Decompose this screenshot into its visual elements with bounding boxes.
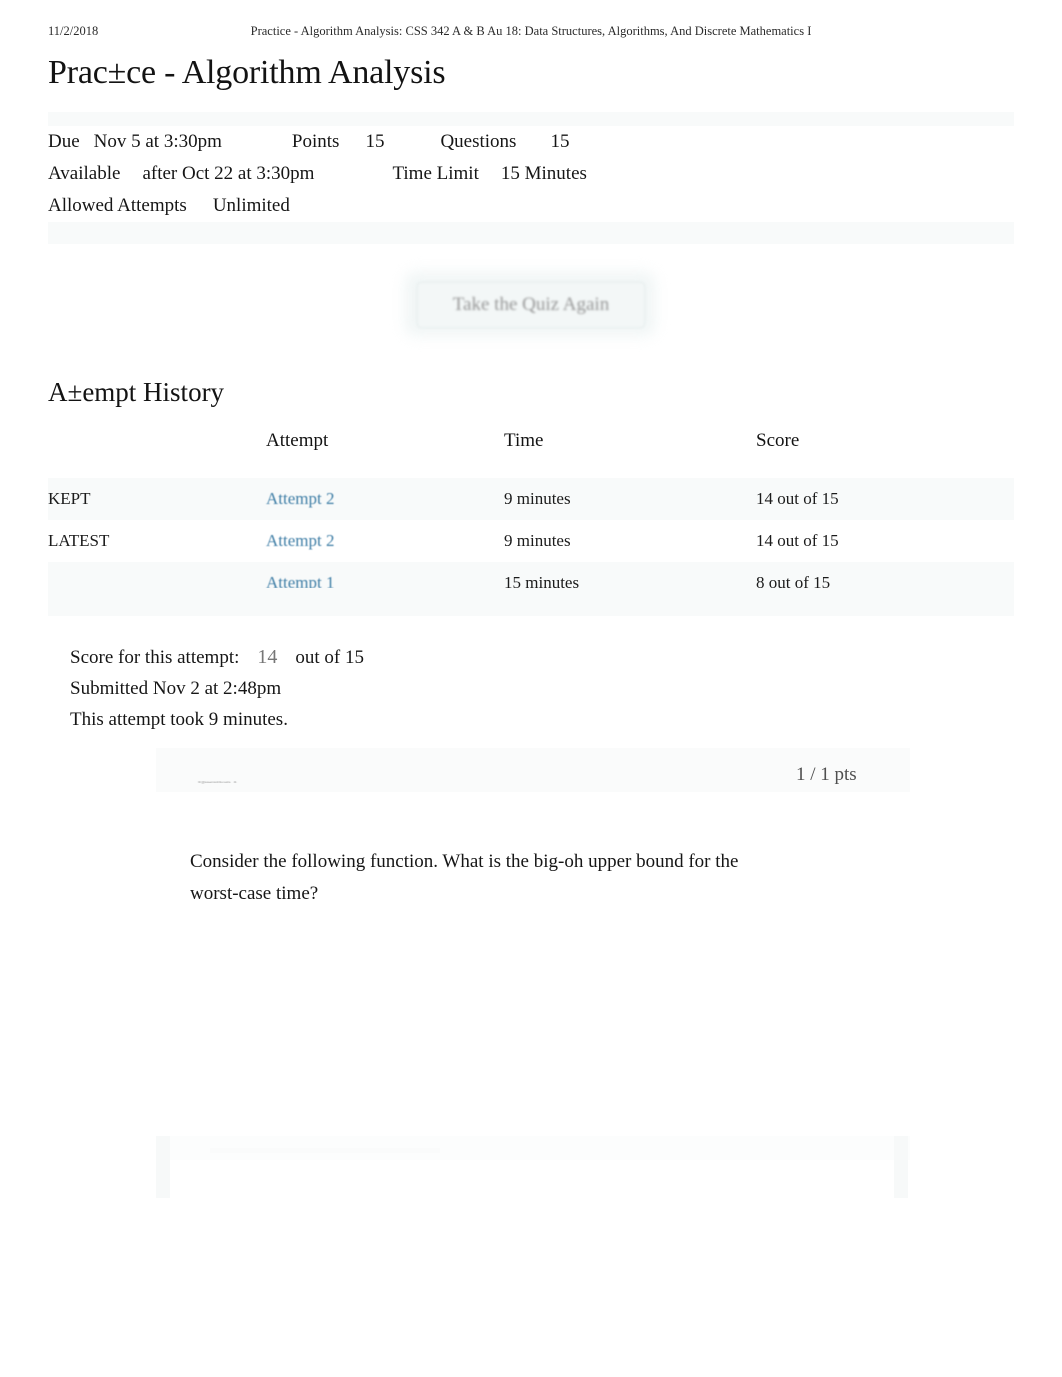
- points-value: 15: [365, 131, 385, 152]
- answer-area-left-rule: [156, 1136, 170, 1198]
- score-suffix: out of 15: [295, 647, 364, 668]
- column-header-time: Time: [504, 430, 544, 451]
- allowed-attempts-label: Allowed Attempts: [48, 195, 187, 216]
- time-limit-value: 15 Minutes: [500, 163, 587, 184]
- available-label: Available: [48, 163, 121, 184]
- quiz-info-row-due: Due Nov 5 at 3:30pm Points 15 Questions 15: [48, 126, 1014, 158]
- attempt-link[interactable]: Attempt 2: [266, 531, 334, 550]
- table-bottom-band: [48, 588, 1014, 616]
- row-flag: LATEST: [48, 531, 110, 550]
- row-time: 9 minutes: [504, 478, 756, 520]
- questions-label: Questions: [440, 131, 517, 152]
- table-row: LATEST Attempt 2 9 minutes 14 out of 15: [48, 520, 1014, 562]
- column-header-flag: [48, 430, 266, 478]
- submitted-line: Submitted Nov 2 at 2:48pm: [70, 678, 282, 699]
- quiz-info-bottom-band: [48, 222, 1014, 244]
- question-points: 1 / 1 pts: [796, 764, 857, 785]
- answer-area-ghost-line: [210, 1148, 440, 1153]
- row-time: 9 minutes: [504, 531, 571, 550]
- column-header-score: Score: [756, 430, 800, 451]
- column-header-attempt: Attempt: [266, 430, 329, 451]
- time-limit-label: Time Limit: [392, 163, 479, 184]
- row-attempt: Attempt 2: [266, 478, 504, 520]
- print-header: 11/2/2018 Practice - Algorithm Analysis:…: [0, 24, 1062, 42]
- table-header-row: Attempt Time Score: [48, 430, 1014, 478]
- due-label: Due: [48, 131, 80, 152]
- score-for-attempt-line: Score for this attempt: 14 out of 15: [70, 642, 364, 673]
- row-score: 14 out of 15: [756, 478, 1014, 520]
- attempt-link[interactable]: Attempt 2: [266, 489, 334, 508]
- allowed-attempts-value: Unlimited: [212, 195, 290, 216]
- score-label: Score for this attempt:: [70, 647, 240, 668]
- points-label: Points: [291, 131, 340, 152]
- row-flag: KEPT: [48, 478, 266, 520]
- due-value: Nov 5 at 3:30pm: [93, 131, 222, 152]
- duration-line: This attempt took 9 minutes.: [70, 709, 288, 730]
- available-value: after Oct 22 at 3:30pm: [142, 163, 315, 184]
- page-title: Prac±ce - Algorithm Analysis: [48, 54, 446, 91]
- quiz-info-row-available: Available after Oct 22 at 3:30pm Time Limi…: [48, 158, 1014, 190]
- retake-quiz-area: Take the Quiz Again: [405, 268, 655, 340]
- row-attempt: Attempt 2: [266, 520, 504, 562]
- attempt-history-heading: A±empt History: [48, 377, 225, 407]
- quiz-info-block: Due Nov 5 at 3:30pm Points 15 Questions 15 Av…: [48, 126, 1014, 222]
- answer-area-right-rule: [894, 1136, 908, 1198]
- print-breadcrumb: Practice - Algorithm Analysis: CSS 342 A…: [250, 24, 812, 38]
- attempt-summary: Score for this attempt: 14 out of 15 Submi…: [70, 642, 364, 735]
- quiz-info-row-attempts: Allowed Attempts Unlimited: [48, 190, 1014, 222]
- quiz-info-top-band: [48, 112, 1014, 126]
- attempt-history-table: Attempt Time Score KEPT Attempt 2 9 minu…: [48, 430, 1014, 604]
- take-quiz-again-button[interactable]: Take the Quiz Again: [417, 282, 645, 328]
- row-score: 14 out of 15: [756, 531, 839, 550]
- table-row: KEPT Attempt 2 9 minutes 14 out of 15: [48, 478, 1014, 520]
- question-label: Question 1: [198, 780, 238, 784]
- score-value: 14: [257, 646, 278, 668]
- question-text: Consider the following function. What is…: [190, 851, 739, 904]
- questions-value: 15: [550, 131, 570, 152]
